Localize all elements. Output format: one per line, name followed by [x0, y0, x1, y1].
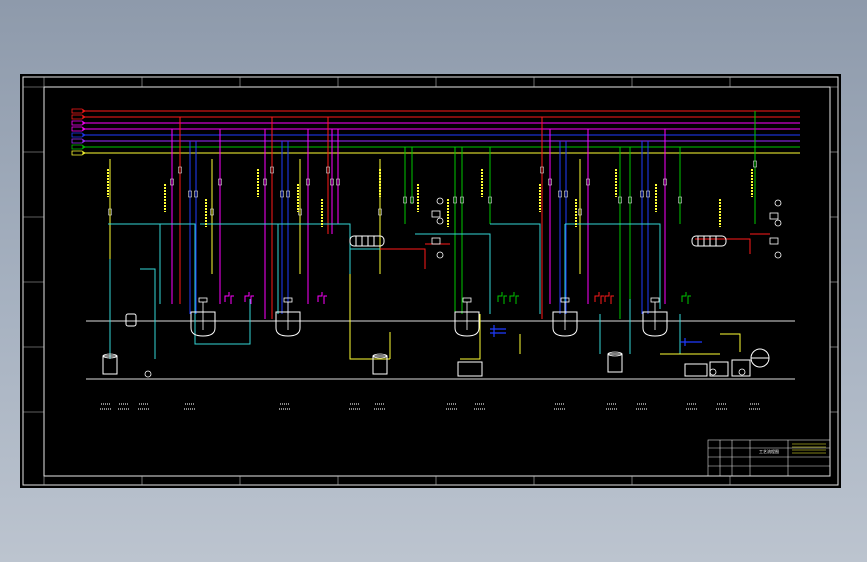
equipment: [102, 297, 746, 378]
valve-branch: [594, 292, 604, 304]
process-flow-diagram: 工艺流程图: [22, 76, 839, 486]
agitator-motor: [198, 297, 208, 303]
title-block-notes: [792, 443, 826, 454]
annotation: [490, 325, 506, 337]
annotation: [680, 338, 702, 346]
outer-border: [22, 76, 839, 486]
valve-branch: [509, 292, 519, 304]
agitator-motor: [462, 297, 472, 303]
cad-viewport: 工艺流程图: [0, 0, 867, 562]
receiver-tank: [607, 353, 623, 373]
zone-markers: [23, 77, 838, 485]
instrument-panel: [431, 197, 782, 259]
heat-exchanger: [349, 235, 385, 247]
valve-branch: [604, 292, 614, 304]
pump: [738, 368, 746, 376]
catch-pot: [125, 313, 137, 327]
valve-branch: [497, 292, 507, 304]
valve-branch: [224, 292, 234, 304]
storage-tank: [457, 361, 483, 377]
inner-border: [43, 86, 831, 477]
heat-exchanger: [691, 235, 727, 247]
equipment-labels: [100, 169, 761, 410]
vacuum-pump-unit: [684, 348, 770, 377]
title-block: [707, 439, 831, 477]
line-tags: [71, 108, 86, 156]
pump: [144, 370, 152, 378]
valve-branch: [681, 292, 691, 304]
pump: [709, 368, 717, 376]
drawing-title: 工艺流程图: [759, 448, 779, 454]
valve-branch: [317, 292, 327, 304]
drawing-sheet[interactable]: 工艺流程图: [20, 74, 841, 488]
agitator-motor: [650, 297, 660, 303]
